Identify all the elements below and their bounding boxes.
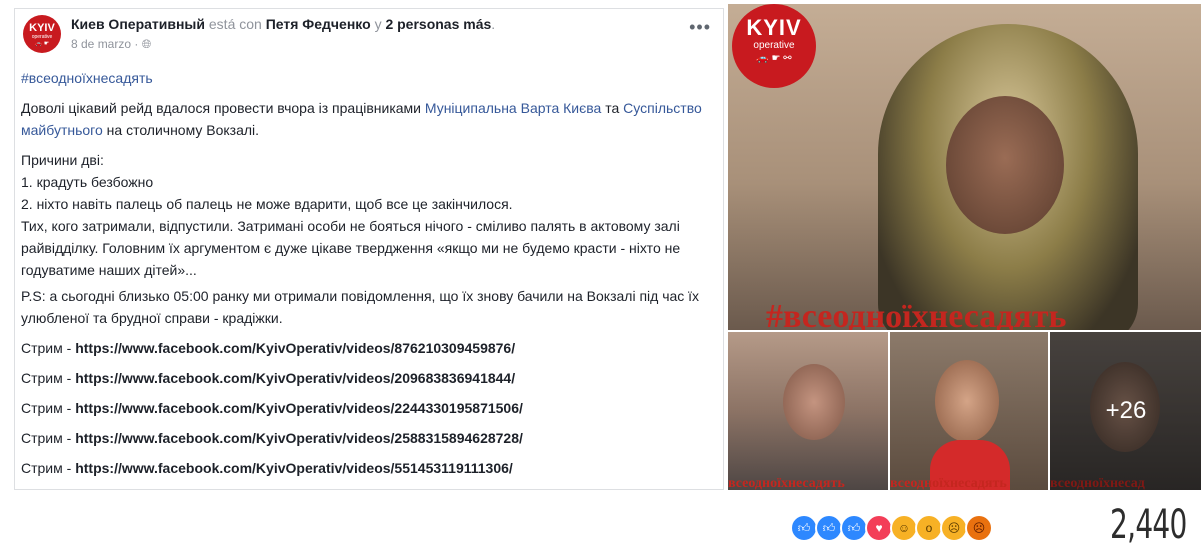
kyiv-operative-logo: KYIV operative 🚗 ☛ ⚯ bbox=[732, 4, 816, 88]
mention-municipal-guard[interactable]: Муніципальна Варта Києва bbox=[425, 100, 601, 116]
stream-line: Стрим - https://www.facebook.com/KyivOpe… bbox=[21, 460, 513, 476]
post-date[interactable]: 8 de marzo bbox=[71, 37, 131, 51]
page-name-link[interactable]: Киев Оперативный bbox=[71, 16, 205, 32]
post-meta: 8 de marzo · 🌐︎ bbox=[71, 37, 152, 51]
sad-icon: ☹ bbox=[940, 514, 968, 542]
more-dots-icon[interactable]: ••• bbox=[689, 17, 711, 38]
and-text: y bbox=[374, 16, 382, 32]
stream-line: Стрим - https://www.facebook.com/KyivOpe… bbox=[21, 400, 523, 416]
haha-icon: ☺ bbox=[890, 514, 918, 542]
main-photo[interactable]: KYIV operative 🚗 ☛ ⚯ #всеоднοїхнесадять bbox=[728, 4, 1201, 330]
more-photos-overlay[interactable]: +26 bbox=[1050, 332, 1201, 490]
photo-thumbnail[interactable]: всеоднοїхнесадять bbox=[728, 332, 888, 490]
paragraph-1: Доволі цікавий рейд вдалося провести вчо… bbox=[21, 100, 702, 138]
photo-thumbnail-more[interactable]: всеоднοїхнесад +26 bbox=[1050, 332, 1201, 490]
paragraph-2: Причини дві: 1. крадуть безбожно 2. ніхт… bbox=[21, 152, 681, 278]
stream-link[interactable]: https://www.facebook.com/KyivOperativ/vi… bbox=[75, 340, 515, 356]
car-icon: 🚗 ☛ ⚯ bbox=[756, 53, 792, 64]
stream-line: Стрим - https://www.facebook.com/KyivOpe… bbox=[21, 340, 516, 356]
hashtag-link[interactable]: #всеоднοїхнесадять bbox=[21, 70, 153, 86]
reaction-icons[interactable]: 👍︎ 👍︎ 👍︎ ♥ ☺ o ☹ ☹ bbox=[790, 514, 993, 542]
like-icon: 👍︎ bbox=[815, 514, 843, 542]
wow-icon: o bbox=[915, 514, 943, 542]
photo-thumbnail[interactable]: всеоднοїхнесадять bbox=[890, 332, 1048, 490]
like-icon: 👍︎ bbox=[790, 514, 818, 542]
tagged-person-link[interactable]: Петя Федченко bbox=[266, 16, 371, 32]
photo-hashtag: всеоднοїхнесадять bbox=[890, 476, 1007, 490]
like-icon: 👍︎ bbox=[840, 514, 868, 542]
post-body: #всеоднοїхнесадять Доволі цікавий рейд в… bbox=[21, 67, 711, 487]
with-text: está con bbox=[208, 16, 262, 32]
photo-hashtag: #всеоднοїхнесадять bbox=[766, 298, 1067, 330]
car-icon: 🚗 ☛ bbox=[34, 41, 50, 47]
stream-line: Стрим - https://www.facebook.com/KyivOpe… bbox=[21, 430, 523, 446]
avatar-logo-text: KYIV bbox=[29, 22, 55, 34]
face-shape bbox=[946, 96, 1064, 234]
page-avatar[interactable]: KYIV operative 🚗 ☛ bbox=[23, 15, 61, 53]
stream-link[interactable]: https://www.facebook.com/KyivOperativ/vi… bbox=[75, 370, 515, 386]
reaction-count: 2,440 bbox=[1110, 502, 1187, 548]
face-shape bbox=[783, 364, 845, 440]
post-header: Киев Оперативный está con Петя Федченко … bbox=[71, 16, 496, 32]
stream-line: Стрим - https://www.facebook.com/KyivOpe… bbox=[21, 370, 516, 386]
stream-link[interactable]: https://www.facebook.com/KyivOperativ/vi… bbox=[75, 430, 523, 446]
stream-link[interactable]: https://www.facebook.com/KyivOperativ/vi… bbox=[75, 400, 523, 416]
ps-paragraph: P.S: а сьогодні близько 05:00 ранку ми о… bbox=[21, 288, 700, 326]
stream-link[interactable]: https://www.facebook.com/KyivOperativ/vi… bbox=[75, 460, 513, 476]
others-link[interactable]: 2 personas más bbox=[385, 16, 491, 32]
love-icon: ♥ bbox=[865, 514, 893, 542]
face-shape bbox=[935, 360, 999, 442]
photo-hashtag: всеоднοїхнесадять bbox=[728, 476, 845, 490]
globe-icon: 🌐︎ bbox=[141, 37, 152, 51]
angry-icon: ☹ bbox=[965, 514, 993, 542]
post-card: KYIV operative 🚗 ☛ Киев Оперативный está… bbox=[14, 8, 724, 490]
